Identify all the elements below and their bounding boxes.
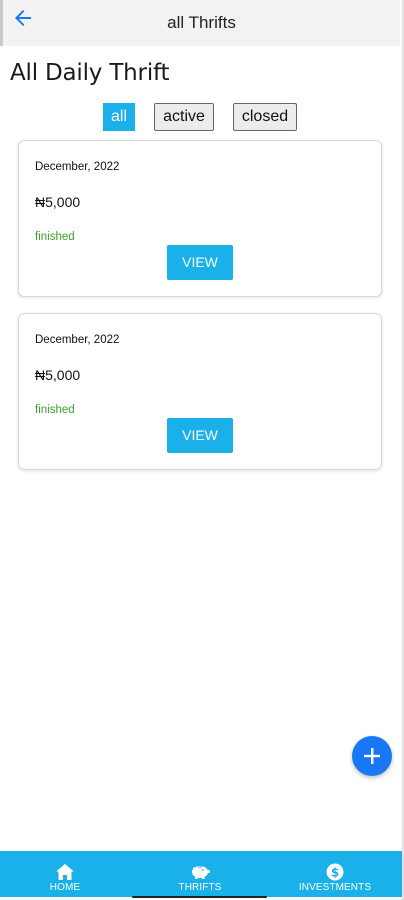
nav-thrifts[interactable]: THRIFTS	[135, 851, 265, 897]
bottom-nav: HOME THRIFTS $ INVESTMENTS	[0, 851, 402, 897]
nav-thrifts-label: THRIFTS	[178, 882, 222, 893]
svg-text:$: $	[331, 865, 339, 879]
home-icon	[56, 864, 74, 880]
screen: all Thrifts All Daily Thrift all active …	[0, 0, 404, 900]
nav-investments-label: INVESTMENTS	[298, 882, 372, 893]
filter-all[interactable]: all	[103, 103, 135, 131]
thrift-status: finished	[35, 404, 75, 416]
thrift-amount: ₦5,000	[35, 194, 81, 210]
piggy-bank-icon	[192, 866, 210, 879]
thrift-amount: ₦5,000	[35, 367, 81, 383]
plus-icon	[364, 748, 380, 764]
nav-home-label: HOME	[49, 882, 81, 893]
add-thrift-button[interactable]	[352, 736, 392, 776]
filter-closed[interactable]: closed	[233, 103, 297, 131]
home-indicator	[132, 896, 267, 898]
filter-tabs: all active closed	[0, 103, 404, 131]
thrift-status: finished	[35, 231, 75, 243]
dollar-coin-icon: $	[326, 863, 344, 881]
thrift-date: December, 2022	[35, 334, 120, 346]
app-bar: all Thrifts	[0, 0, 400, 46]
thrift-card: December, 2022 ₦5,000 finished VIEW	[18, 140, 382, 297]
view-button[interactable]: VIEW	[167, 418, 233, 453]
nav-investments[interactable]: $ INVESTMENTS	[270, 851, 400, 897]
app-bar-title: all Thrifts	[167, 13, 236, 32]
nav-home[interactable]: HOME	[0, 851, 130, 897]
view-button[interactable]: VIEW	[167, 245, 233, 280]
thrift-date: December, 2022	[35, 161, 120, 173]
filter-active[interactable]: active	[154, 103, 214, 131]
page-title: All Daily Thrift	[10, 60, 170, 86]
thrift-card: December, 2022 ₦5,000 finished VIEW	[18, 313, 382, 470]
